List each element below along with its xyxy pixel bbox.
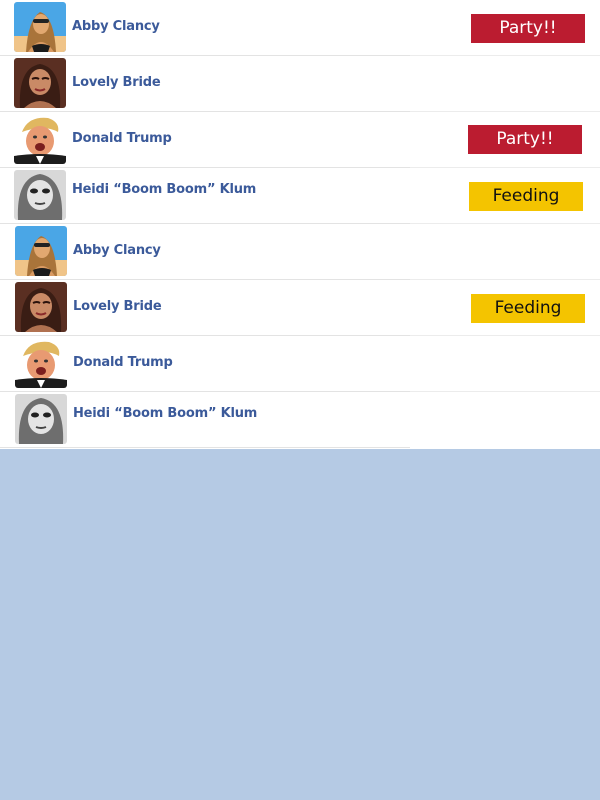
list-item[interactable]: Lovely Bride <box>0 56 600 112</box>
abby-clancy-avatar[interactable] <box>14 2 66 52</box>
feeding-status-badge: Feeding <box>469 182 583 211</box>
list-item[interactable]: Lovely Bride Feeding <box>0 280 600 336</box>
friend-name[interactable]: Lovely Bride <box>73 299 162 314</box>
friend-name[interactable]: Abby Clancy <box>73 243 161 258</box>
list-item[interactable]: Donald Trump Party!! <box>0 112 600 168</box>
friend-name[interactable]: Abby Clancy <box>72 19 160 34</box>
friend-name[interactable]: Heidi “Boom Boom” Klum <box>72 182 256 197</box>
party-status-badge: Party!! <box>468 125 582 154</box>
heidi-klum-avatar[interactable] <box>14 170 66 220</box>
list-item[interactable]: Heidi “Boom Boom” Klum <box>0 392 600 448</box>
party-status-badge: Party!! <box>471 14 585 43</box>
feeding-status-badge: Feeding <box>471 294 585 323</box>
heidi-klum-avatar[interactable] <box>15 394 67 444</box>
friend-list: Abby Clancy Party!! Lovely Bride Donald … <box>0 0 600 449</box>
lovely-bride-avatar[interactable] <box>15 282 67 332</box>
abby-clancy-avatar[interactable] <box>15 226 67 276</box>
donald-trump-avatar[interactable] <box>14 114 66 164</box>
donald-trump-avatar[interactable] <box>15 338 67 388</box>
friend-name[interactable]: Donald Trump <box>73 355 173 370</box>
lovely-bride-avatar[interactable] <box>14 58 66 108</box>
list-item[interactable]: Heidi “Boom Boom” Klum Feeding <box>0 168 600 224</box>
friend-name[interactable]: Lovely Bride <box>72 75 161 90</box>
list-item[interactable]: Donald Trump <box>0 336 600 392</box>
friend-name[interactable]: Heidi “Boom Boom” Klum <box>73 406 257 421</box>
list-item[interactable]: Abby Clancy <box>0 224 600 280</box>
list-item[interactable]: Abby Clancy Party!! <box>0 0 600 56</box>
friend-name[interactable]: Donald Trump <box>72 131 172 146</box>
row-divider <box>0 447 410 448</box>
